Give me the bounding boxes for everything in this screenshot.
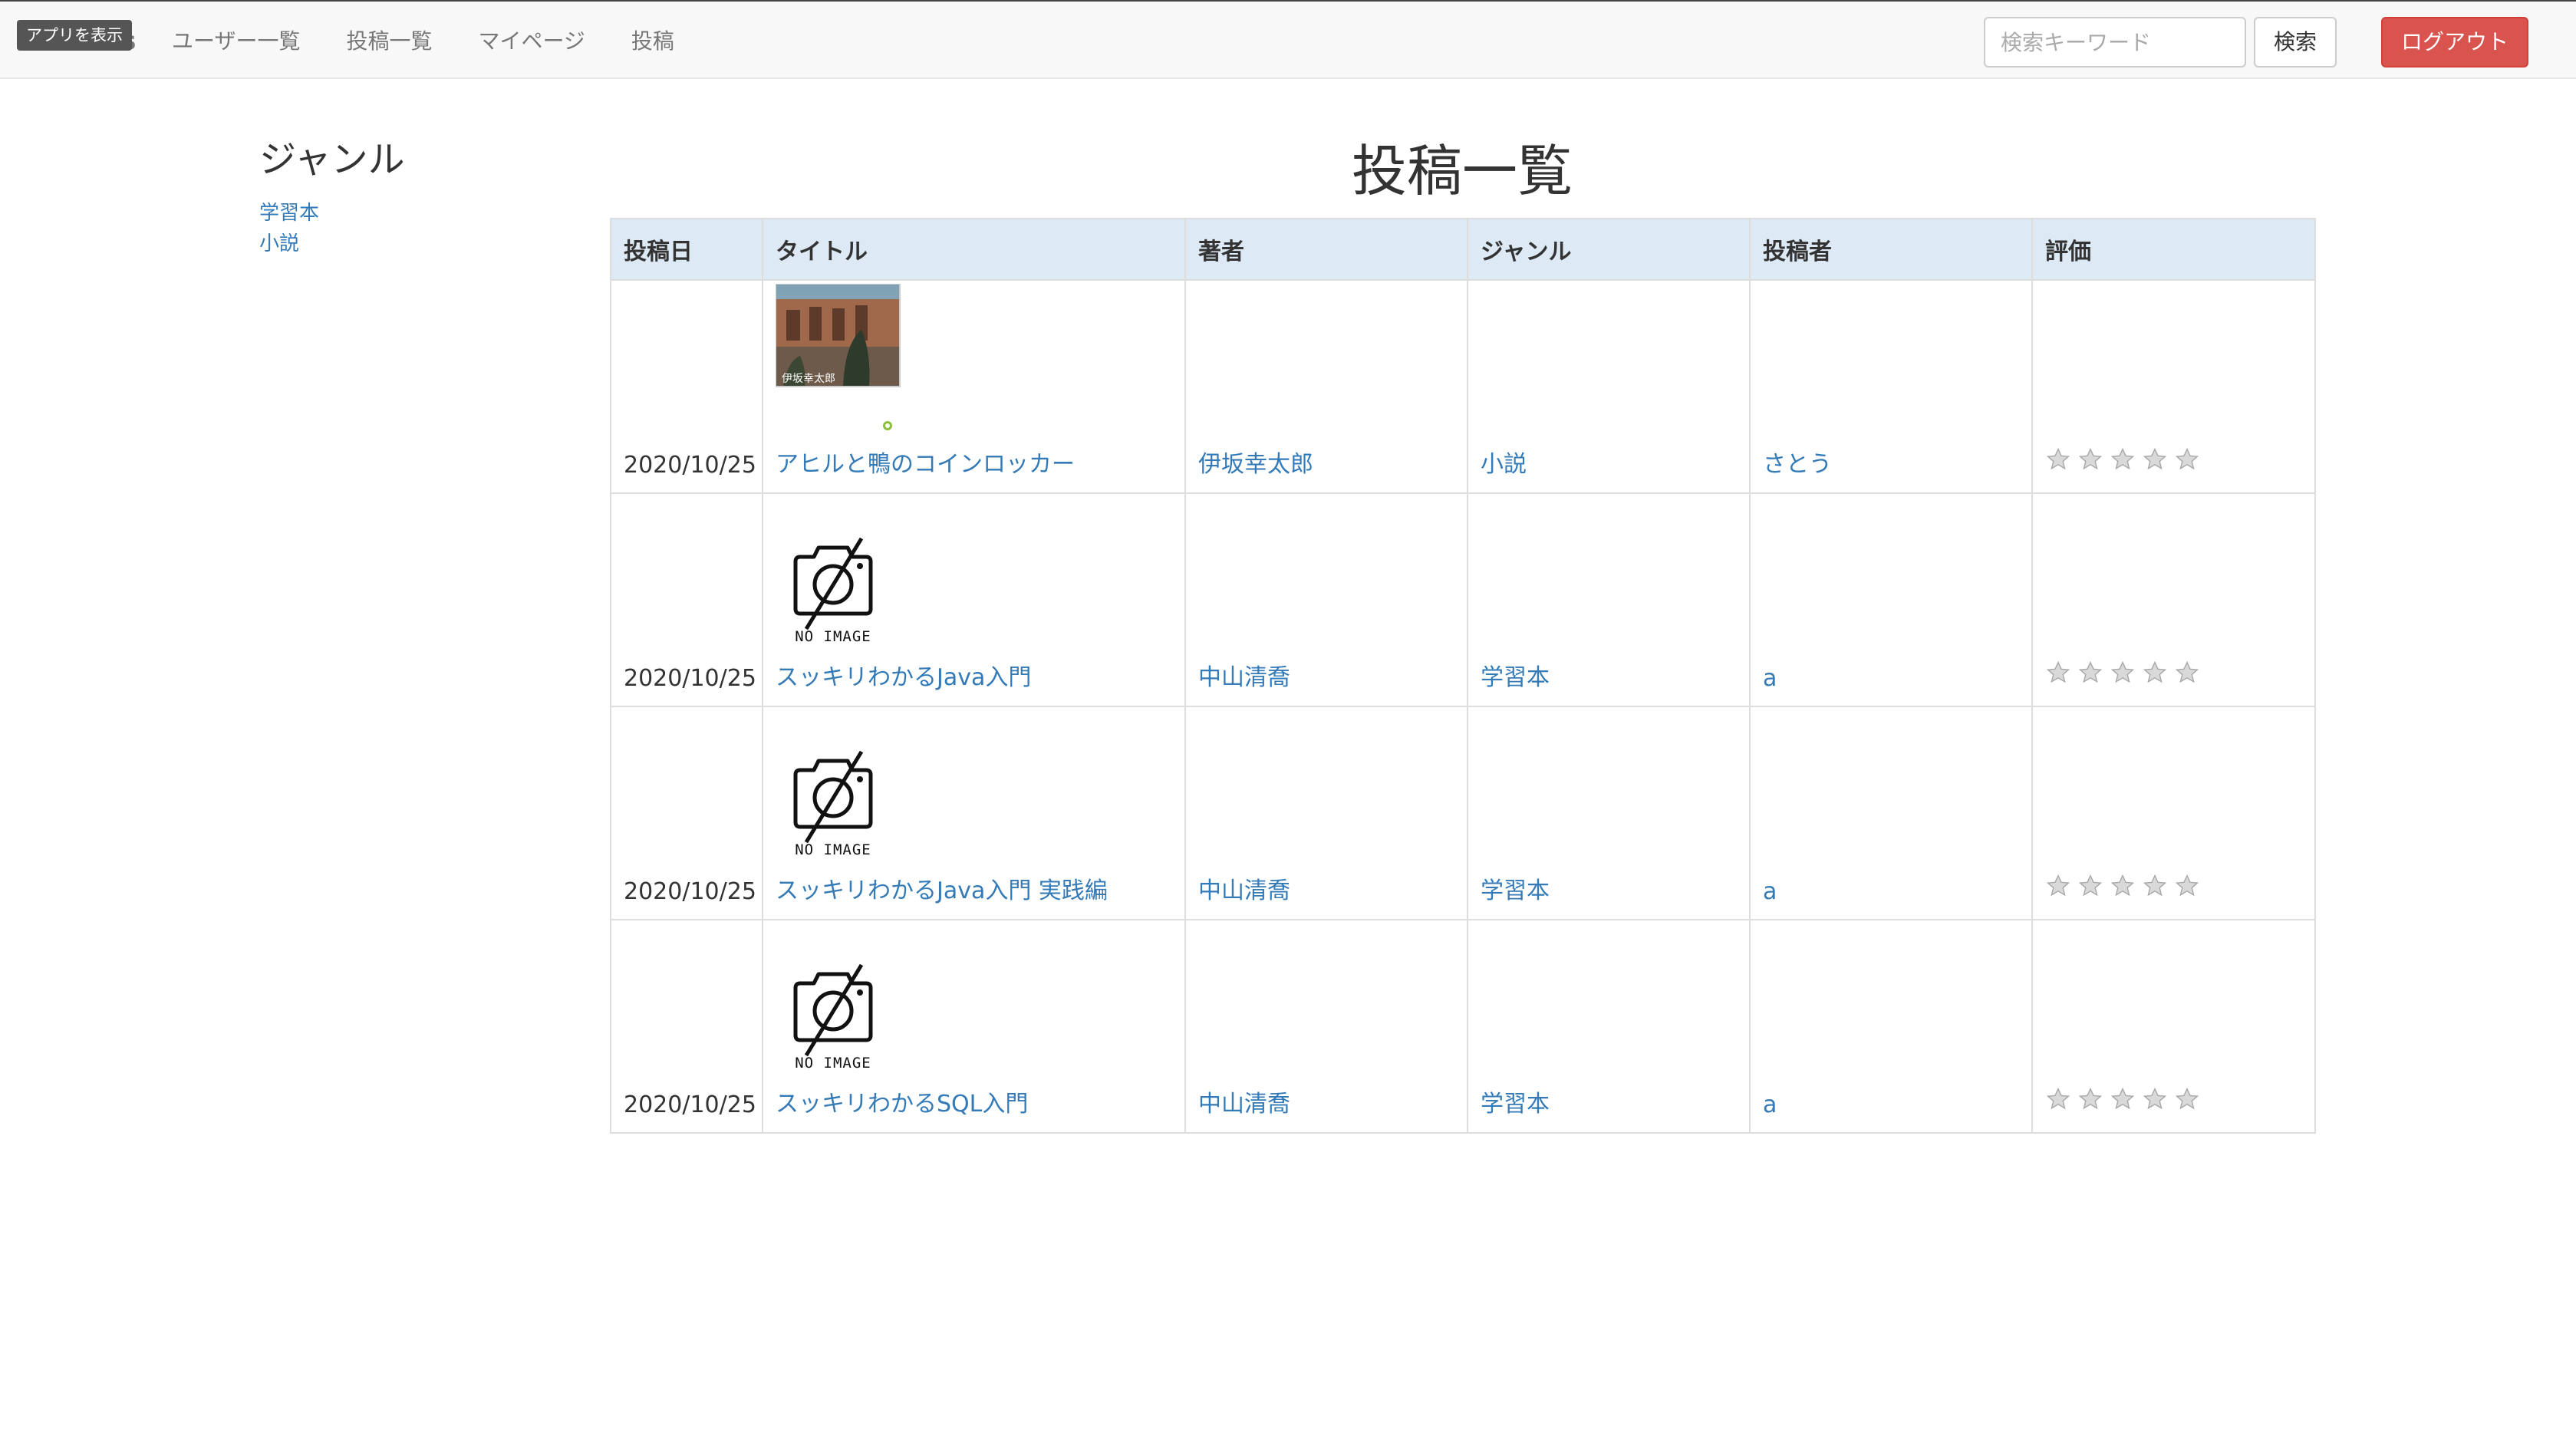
title-cell: NO IMAGE スッキリわかるSQL入門 [762, 919, 1186, 1134]
table-row: 2020/10/25 NO IMAGE スッキリわかるSQL入門 中山清喬 学習… [610, 919, 2316, 1134]
star-icon[interactable] [2174, 873, 2200, 899]
rating-cell [2031, 492, 2316, 707]
post-date: 2020/10/25 [610, 706, 763, 920]
post-date: 2020/10/25 [610, 492, 763, 707]
column-header-date: 投稿日 [610, 218, 763, 281]
author-link[interactable]: 中山清喬 [1198, 664, 1290, 691]
title-cell: NO IMAGE スッキリわかるJava入門 実践編 [762, 706, 1186, 920]
no-image-caption: NO IMAGE [795, 1055, 871, 1071]
nav-link-mypage[interactable]: マイページ [478, 2, 585, 81]
title-cell: NO IMAGE スッキリわかるJava入門 [762, 492, 1186, 707]
star-icon[interactable] [2174, 1086, 2200, 1112]
sidebar-title: ジャンル [259, 138, 405, 181]
title-cell: 伊坂幸太郎 アヒルと鴨のコインロッカー [762, 279, 1186, 494]
table-row: 2020/10/25 NO IMAGE スッキリわかるJava入門 中山清喬 学… [610, 492, 2316, 707]
star-icon[interactable] [2142, 1086, 2168, 1112]
author-link[interactable]: 中山清喬 [1198, 877, 1290, 904]
star-icon[interactable] [2174, 446, 2200, 472]
author-cell: 中山清喬 [1184, 919, 1468, 1134]
genre-link-study[interactable]: 学習本 [259, 198, 566, 229]
page-title: 投稿一覧 [1351, 139, 1573, 203]
post-title-link[interactable]: スッキリわかるJava入門 [776, 664, 1031, 691]
genre-cell: 学習本 [1467, 706, 1751, 920]
star-icon[interactable] [2110, 446, 2136, 472]
no-image-caption: NO IMAGE [795, 628, 871, 644]
table-row: 2020/10/25 NO IMAGE スッキリわかるJava入門 実践編 中山… [610, 706, 2316, 920]
author-link[interactable]: 伊坂幸太郎 [1198, 451, 1313, 478]
poster-link[interactable]: a [1763, 1091, 1777, 1118]
column-header-author: 著者 [1184, 218, 1468, 281]
genre-cell: 学習本 [1467, 492, 1751, 707]
poster-cell: a [1749, 706, 2033, 920]
star-icon[interactable] [2045, 660, 2071, 686]
star-icon[interactable] [2077, 660, 2103, 686]
star-icon[interactable] [2077, 446, 2103, 472]
poster-cell: a [1749, 919, 2033, 1134]
posts-table: 投稿日 タイトル 著者 ジャンル 投稿者 評価 2020/10/25 伊坂幸太郎… [610, 218, 2316, 1134]
table-row: 2020/10/25 伊坂幸太郎 アヒルと鴨のコインロッカー 伊坂幸太郎 小説 … [610, 279, 2316, 494]
poster-cell: a [1749, 492, 2033, 707]
column-header-poster: 投稿者 [1749, 218, 2033, 281]
star-icon[interactable] [2142, 660, 2168, 686]
no-image-icon[interactable]: NO IMAGE [776, 531, 1172, 650]
no-image-icon[interactable]: NO IMAGE [776, 744, 1172, 864]
post-date: 2020/10/25 [610, 279, 763, 494]
star-icon[interactable] [2142, 873, 2168, 899]
post-date: 2020/10/25 [610, 919, 763, 1134]
star-rating [2045, 446, 2200, 472]
post-title-link[interactable]: スッキリわかるJava入門 実践編 [776, 877, 1108, 904]
rating-cell [2031, 706, 2316, 920]
star-rating [2045, 873, 2200, 899]
rating-cell [2031, 279, 2316, 494]
genre-link[interactable]: 小説 [1481, 451, 1527, 478]
nav-link-users[interactable]: ユーザー一覧 [172, 2, 300, 81]
no-image-icon[interactable]: NO IMAGE [776, 957, 1172, 1077]
poster-link[interactable]: a [1763, 878, 1777, 905]
column-header-genre: ジャンル [1467, 218, 1751, 281]
star-icon[interactable] [2174, 660, 2200, 686]
genre-link[interactable]: 学習本 [1481, 664, 1550, 691]
author-link[interactable]: 中山清喬 [1198, 1091, 1290, 1118]
poster-cell: さとう [1749, 279, 2033, 494]
star-icon[interactable] [2045, 446, 2071, 472]
genre-link[interactable]: 学習本 [1481, 877, 1550, 904]
star-rating [2045, 660, 2200, 686]
star-icon[interactable] [2110, 1086, 2136, 1112]
poster-link[interactable]: さとう [1763, 451, 1832, 478]
poster-link[interactable]: a [1763, 665, 1777, 692]
logout-button[interactable]: ログアウト [2381, 17, 2528, 67]
star-icon[interactable] [2045, 1086, 2071, 1112]
rating-cell [2031, 919, 2316, 1134]
author-cell: 中山清喬 [1184, 706, 1468, 920]
column-header-rating: 評価 [2031, 218, 2316, 281]
show-app-badge[interactable]: アプリを表示 [17, 20, 132, 51]
star-icon[interactable] [2142, 446, 2168, 472]
star-rating [2045, 1086, 2200, 1112]
book-cover-photo[interactable]: 伊坂幸太郎 [775, 283, 1172, 437]
table-header-row: 投稿日 タイトル 著者 ジャンル 投稿者 評価 [610, 218, 2316, 281]
svg-text:伊坂幸太郎: 伊坂幸太郎 [782, 373, 835, 385]
genre-cell: 学習本 [1467, 919, 1751, 1134]
star-icon[interactable] [2077, 1086, 2103, 1112]
post-title-link[interactable]: スッキリわかるSQL入門 [776, 1091, 1028, 1118]
star-icon[interactable] [2077, 873, 2103, 899]
star-icon[interactable] [2110, 873, 2136, 899]
no-image-caption: NO IMAGE [795, 841, 871, 858]
genre-link[interactable]: 学習本 [1481, 1091, 1550, 1118]
search-button[interactable]: 検索 [2254, 17, 2337, 67]
post-title-link[interactable]: アヒルと鴨のコインロッカー [776, 451, 1075, 478]
search-input[interactable] [1984, 17, 2246, 67]
author-cell: 中山清喬 [1184, 492, 1468, 707]
genre-sidebar: ジャンル 学習本 小説 [259, 137, 566, 259]
author-cell: 伊坂幸太郎 [1184, 279, 1468, 494]
genre-cell: 小説 [1467, 279, 1751, 494]
nav-link-new-post[interactable]: 投稿 [631, 2, 674, 81]
star-icon[interactable] [2045, 873, 2071, 899]
nav-links: ユーザー一覧 投稿一覧 マイページ 投稿 [172, 2, 720, 81]
column-header-title: タイトル [762, 218, 1186, 281]
star-icon[interactable] [2110, 660, 2136, 686]
nav-link-posts[interactable]: 投稿一覧 [346, 2, 432, 81]
navbar: Bookers アプリを表示 ユーザー一覧 投稿一覧 マイページ 投稿 検索 ロ… [0, 0, 2576, 79]
genre-link-novel[interactable]: 小説 [259, 229, 566, 259]
